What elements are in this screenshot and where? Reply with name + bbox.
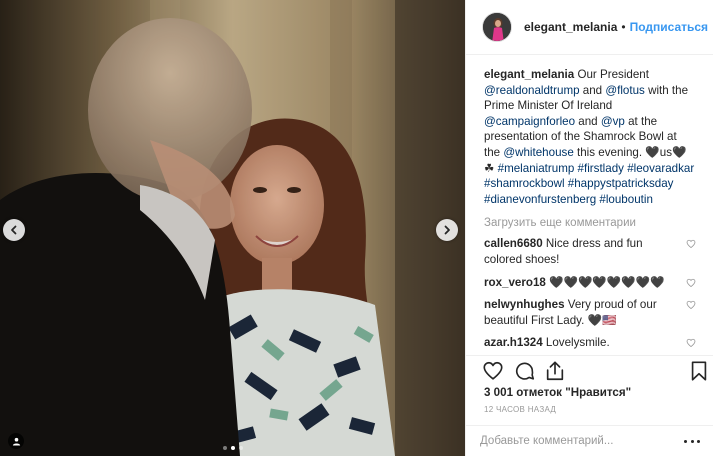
comment-list: callen6680 Nice dress and fun colored sh… — [484, 236, 696, 355]
bookmark-icon — [691, 361, 707, 381]
caption-link[interactable]: #happystpatricksday — [568, 177, 674, 190]
share-button[interactable] — [544, 360, 566, 382]
post-side-panel: elegant_melania • Подписаться elegant_me… — [465, 0, 713, 456]
comments-area[interactable]: elegant_melania Our President @realdonal… — [466, 56, 713, 355]
load-more-comments-button[interactable]: Загрузить еще комментарии — [484, 217, 696, 229]
likes-count[interactable]: 3 001 отметок "Нравится" — [484, 386, 631, 399]
heart-icon — [483, 361, 503, 380]
comment-like-heart-icon[interactable] — [686, 278, 696, 288]
carousel-next-button[interactable] — [436, 219, 458, 241]
save-button[interactable] — [688, 360, 710, 382]
caption-username[interactable]: elegant_melania — [484, 68, 574, 81]
carousel-dot — [230, 446, 235, 450]
caption-link[interactable]: #shamrockbowl — [484, 177, 565, 190]
chevron-right-icon — [444, 225, 450, 235]
post-media — [0, 0, 465, 456]
post-timestamp: 12 часов назад — [484, 405, 557, 414]
comment-button[interactable] — [514, 360, 536, 382]
comment-like-heart-icon[interactable] — [686, 300, 696, 310]
caption-link[interactable]: @realdonaldtrump — [484, 84, 580, 97]
carousel-dot — [238, 446, 243, 450]
carousel-prev-button[interactable] — [3, 219, 25, 241]
comment-like-heart-icon[interactable] — [686, 239, 696, 249]
caption-link[interactable]: @campaignforleo — [484, 115, 575, 128]
post-caption: elegant_melania Our President @realdonal… — [484, 67, 696, 207]
caption-link[interactable]: #dianevonfurstenberg — [484, 193, 596, 206]
user-tag-icon — [12, 437, 20, 446]
user-tag-button[interactable] — [8, 433, 24, 449]
carousel-dot — [222, 446, 227, 450]
caption-link[interactable]: #leovaradkar — [627, 162, 694, 175]
like-button[interactable] — [482, 360, 504, 382]
post-photo — [0, 0, 465, 456]
add-comment-bar — [466, 425, 713, 456]
avatar-image — [483, 13, 511, 41]
caption-fragment: Our President — [574, 68, 649, 81]
carousel-indicator — [0, 446, 465, 450]
post-header: elegant_melania • Подписаться — [466, 0, 713, 55]
comment-item: azar.h1324 Lovelysmile. — [484, 335, 696, 351]
caption-link[interactable]: @whitehouse — [503, 146, 573, 159]
header-separator: • — [621, 20, 626, 34]
caption-text: Our President @realdonaldtrump and @flot… — [484, 68, 694, 206]
add-comment-input[interactable] — [480, 435, 684, 447]
comment-item: rox_vero18 🖤🖤🖤🖤🖤🖤🖤🖤 — [484, 275, 696, 291]
chevron-left-icon — [11, 225, 17, 235]
comment-username[interactable]: callen6680 — [484, 237, 543, 250]
more-options-icon[interactable] — [684, 436, 700, 446]
caption-link[interactable]: #firstlady — [578, 162, 624, 175]
comment-username[interactable]: azar.h1324 — [484, 336, 543, 349]
caption-fragment: and — [579, 83, 606, 97]
comment-username[interactable]: rox_vero18 — [484, 276, 546, 289]
comment-text: 🖤🖤🖤🖤🖤🖤🖤🖤 — [545, 275, 665, 289]
share-icon — [546, 361, 564, 381]
comment-text: Lovelysmile. — [542, 336, 610, 350]
caption-link[interactable]: @flotus — [605, 84, 644, 97]
comment-like-heart-icon[interactable] — [686, 338, 696, 348]
comment-item: callen6680 Nice dress and fun colored sh… — [484, 236, 696, 267]
comment-icon — [515, 362, 535, 380]
action-bar — [466, 355, 713, 385]
avatar[interactable] — [482, 12, 512, 42]
post-username[interactable]: elegant_melania — [524, 20, 617, 34]
caption-link[interactable]: #melaniatrump — [498, 162, 575, 175]
follow-button[interactable]: Подписаться — [630, 20, 708, 34]
caption-link[interactable]: #louboutin — [599, 193, 653, 206]
caption-fragment: and — [575, 114, 601, 128]
comment-username[interactable]: nelwynhughes — [484, 298, 565, 311]
comment-item: nelwynhughes Very proud of our beautiful… — [484, 297, 696, 328]
caption-link[interactable]: @vp — [601, 115, 625, 128]
